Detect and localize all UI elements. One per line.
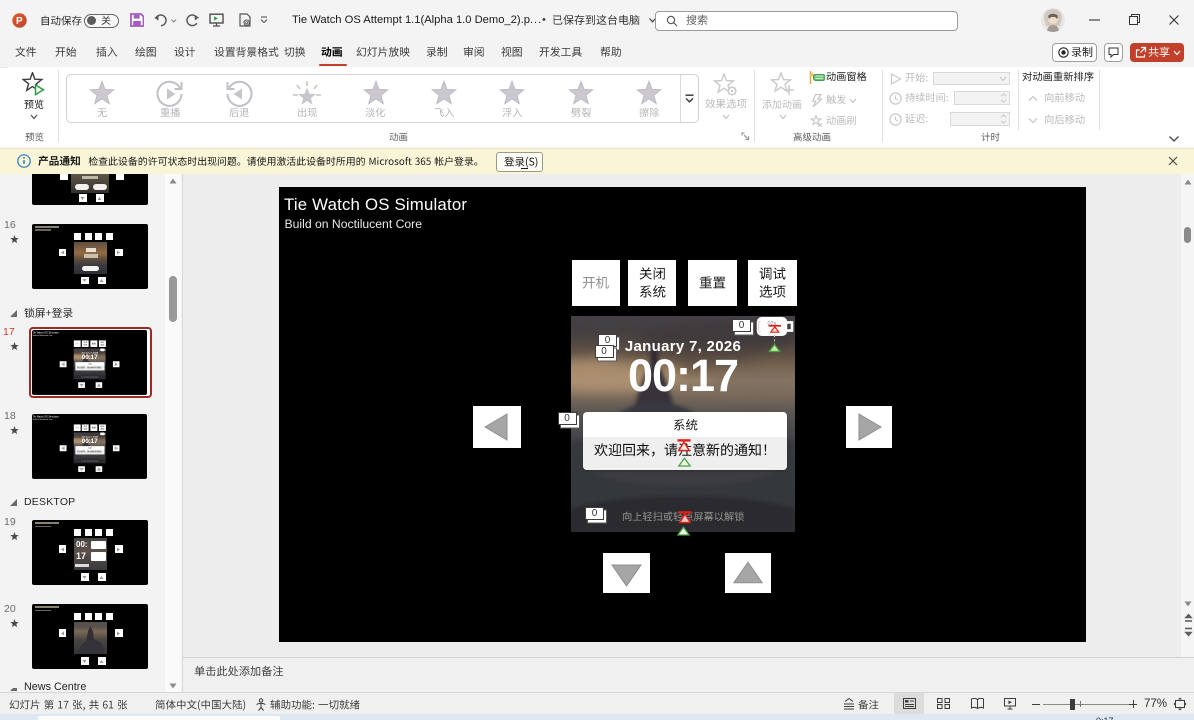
svg-text:P: P [16, 16, 23, 27]
